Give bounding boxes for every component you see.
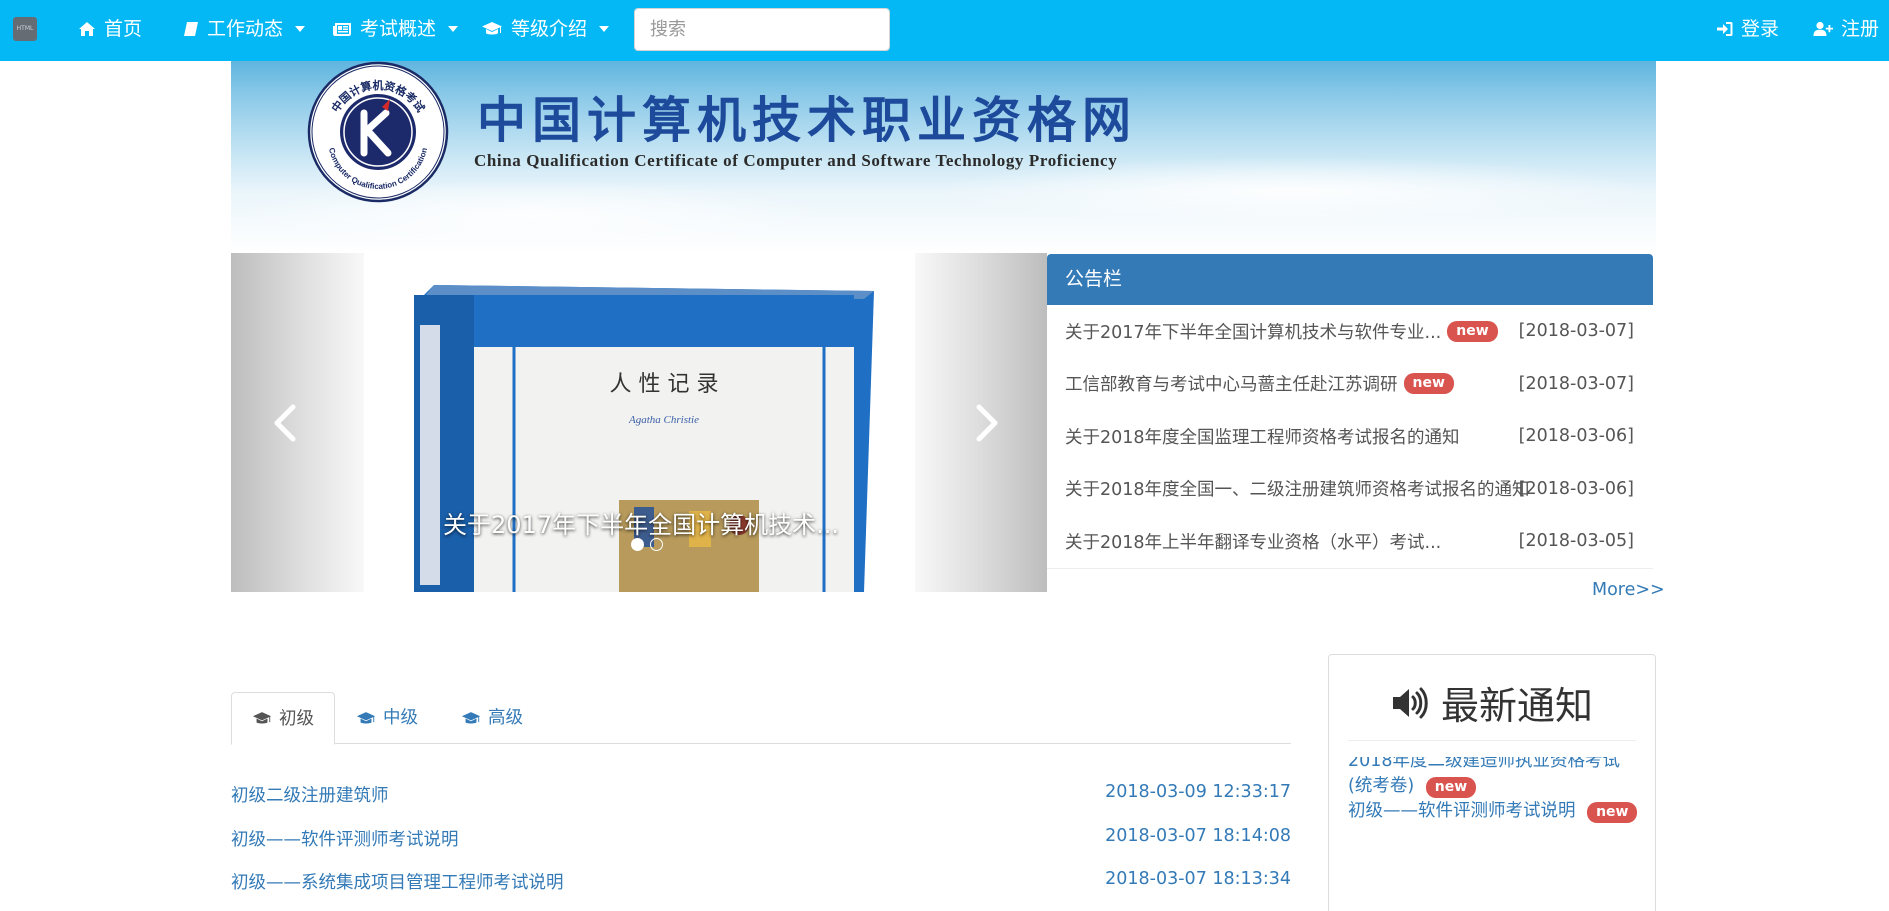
exam-list-item[interactable]: 初级——软件评测师考试说明 2018-03-07 18:14:08 [231, 826, 1291, 854]
nav-home[interactable]: 首页 [78, 0, 142, 58]
top-navbar: HTML 首页 工作动态 考试概述 等级介绍 登录 注册 [0, 0, 1889, 61]
chevron-down-icon [448, 26, 459, 32]
latest-notice-item[interactable]: 初级——软件评测师考试说明 new [1348, 799, 1638, 824]
notice-item-date: [2018-03-06] [1518, 426, 1634, 447]
notice-item[interactable]: 关于2018年上半年翻译专业资格（水平）考试... [2018-03-05] [1047, 515, 1653, 568]
site-banner: 中国计算机资格考试 Computer Qualification Certifi… [231, 61, 1656, 253]
notice-board-header: 公告栏 [1047, 254, 1653, 305]
exam-list-item[interactable]: 初级——系统集成项目管理工程师考试说明 2018-03-07 18:13:34 [231, 869, 1291, 897]
notice-item[interactable]: 关于2018年度全国一、二级注册建筑师资格考试报名的通知 [2018-03-06] [1047, 463, 1653, 516]
nav-work-news-label: 工作动态 [207, 18, 284, 40]
exam-list-title[interactable]: 初级二级注册建筑师 [231, 782, 389, 807]
notice-item-date: [2018-03-07] [1518, 321, 1634, 342]
exam-list-title[interactable]: 初级——系统集成项目管理工程师考试说明 [231, 869, 564, 894]
graduation-cap-icon [252, 712, 272, 724]
graduation-cap-icon [356, 711, 376, 723]
nav-login-label: 登录 [1741, 18, 1780, 40]
latest-notice-line: 2018年度二级建造师执业资格考试 [1348, 757, 1621, 771]
nav-exam-overview[interactable]: 考试概述 [332, 0, 459, 58]
exam-list-time: 2018-03-07 18:13:34 [1105, 869, 1291, 889]
notice-item-title[interactable]: 工信部教育与考试中心马蔷主任赴江苏调研 [1065, 371, 1398, 396]
notice-item[interactable]: 关于2018年度全国监理工程师资格考试报名的通知 [2018-03-06] [1047, 410, 1653, 463]
graduation-cap-icon [482, 22, 502, 35]
divider [1348, 740, 1636, 741]
latest-notice-box: 最新通知 2018年度二级建造师执业资格考试 (统考卷) new 初级——软件评… [1328, 654, 1656, 911]
notice-list: 关于2017年下半年全国计算机技术与软件专业... new [2018-03-07]… [1047, 305, 1653, 569]
tab-label: 中级 [383, 708, 418, 728]
latest-notice-scroller: 2018年度二级建造师执业资格考试 (统考卷) new 初级——软件评测师考试说… [1348, 757, 1643, 911]
more-link[interactable]: More>> [1592, 580, 1665, 600]
notice-item[interactable]: 关于2017年下半年全国计算机技术与软件专业... new [2018-03-07] [1047, 305, 1653, 358]
search-bar [634, 8, 890, 51]
new-badge: new [1425, 777, 1477, 798]
notice-item-date: [2018-03-07] [1518, 373, 1634, 394]
site-logo-icon[interactable]: HTML [13, 17, 37, 41]
latest-notice-line: (统考卷) [1348, 776, 1415, 796]
latest-notice-line: 初级——软件评测师考试说明 [1348, 801, 1576, 821]
notice-item-date: [2018-03-05] [1518, 531, 1634, 552]
home-icon [79, 22, 95, 36]
user-plus-icon [1813, 21, 1833, 36]
svg-text:Agatha Christie: Agatha Christie [628, 414, 699, 426]
chevron-down-icon [599, 26, 610, 32]
carousel-dot[interactable] [650, 538, 663, 551]
volume-up-icon [1392, 687, 1428, 718]
nav-register[interactable]: 注册 [1813, 0, 1879, 58]
book-icon [184, 22, 198, 36]
nav-level-intro[interactable]: 等级介绍 [481, 0, 610, 58]
nav-register-label: 注册 [1841, 18, 1880, 40]
new-badge: new [1403, 373, 1454, 395]
carousel-next-arrow-icon[interactable] [971, 403, 1001, 443]
tab-label: 初级 [279, 708, 314, 729]
nav-work-news[interactable]: 工作动态 [183, 0, 306, 58]
new-badge: new [1447, 320, 1498, 342]
exam-list-time: 2018-03-07 18:14:08 [1105, 826, 1291, 846]
latest-notice-title-text: 最新通知 [1440, 684, 1593, 728]
notice-item-title[interactable]: 关于2018年度全国一、二级注册建筑师资格考试报名的通知 [1065, 476, 1530, 501]
tab-label: 高级 [488, 708, 523, 728]
nav-level-intro-label: 等级介绍 [511, 18, 588, 40]
search-input[interactable] [635, 9, 889, 50]
exam-list-item[interactable]: 初级二级注册建筑师 2018-03-09 12:33:17 [231, 782, 1291, 810]
nav-home-label: 首页 [104, 18, 143, 40]
image-carousel: 人 性 记 录 Agatha Christie 关于2017年下半年全国计算机技… [231, 253, 1047, 592]
banner-title: 中国计算机技术职业资格网 [477, 91, 1138, 149]
level-tabs: 初级 中级 高级 [231, 692, 1291, 745]
exam-list-time: 2018-03-09 12:33:17 [1105, 782, 1291, 802]
tab-beginner[interactable]: 初级 [231, 692, 335, 745]
new-badge: new [1587, 802, 1638, 823]
notice-item-title[interactable]: 关于2017年下半年全国计算机技术与软件专业... [1065, 319, 1441, 344]
carousel-indicators [631, 538, 663, 551]
sign-in-icon [1717, 22, 1733, 36]
notice-item-title[interactable]: 关于2018年上半年翻译专业资格（水平）考试... [1065, 529, 1441, 554]
newspaper-icon [333, 23, 351, 36]
tab-advanced[interactable]: 高级 [441, 692, 543, 744]
notice-item[interactable]: 工信部教育与考试中心马蔷主任赴江苏调研 new [2018-03-07] [1047, 358, 1653, 411]
certification-seal-logo: 中国计算机资格考试 Computer Qualification Certifi… [307, 61, 449, 203]
graduation-cap-icon [461, 711, 481, 723]
nav-login[interactable]: 登录 [1716, 0, 1779, 58]
carousel-dot[interactable] [631, 538, 644, 551]
chevron-down-icon [295, 26, 306, 32]
latest-notice-item[interactable]: 2018年度二级建造师执业资格考试 (统考卷) new [1348, 757, 1620, 799]
latest-notice-title: 最新通知 [1329, 675, 1655, 730]
banner-subtitle: China Qualification Certificate of Compu… [474, 151, 1118, 170]
tab-intermediate[interactable]: 中级 [336, 692, 438, 744]
svg-text:人 性 记 录: 人 性 记 录 [610, 372, 719, 397]
exam-list-title[interactable]: 初级——软件评测师考试说明 [231, 826, 459, 851]
carousel-caption[interactable]: 关于2017年下半年全国计算机技术... [431, 505, 851, 540]
notice-item-date: [2018-03-06] [1518, 478, 1634, 499]
carousel-prev-arrow-icon[interactable] [271, 403, 301, 443]
nav-exam-overview-label: 考试概述 [360, 18, 437, 40]
notice-board-panel: 公告栏 关于2017年下半年全国计算机技术与软件专业... new [2018-03… [1047, 254, 1653, 570]
notice-item-title[interactable]: 关于2018年度全国监理工程师资格考试报名的通知 [1065, 424, 1460, 449]
